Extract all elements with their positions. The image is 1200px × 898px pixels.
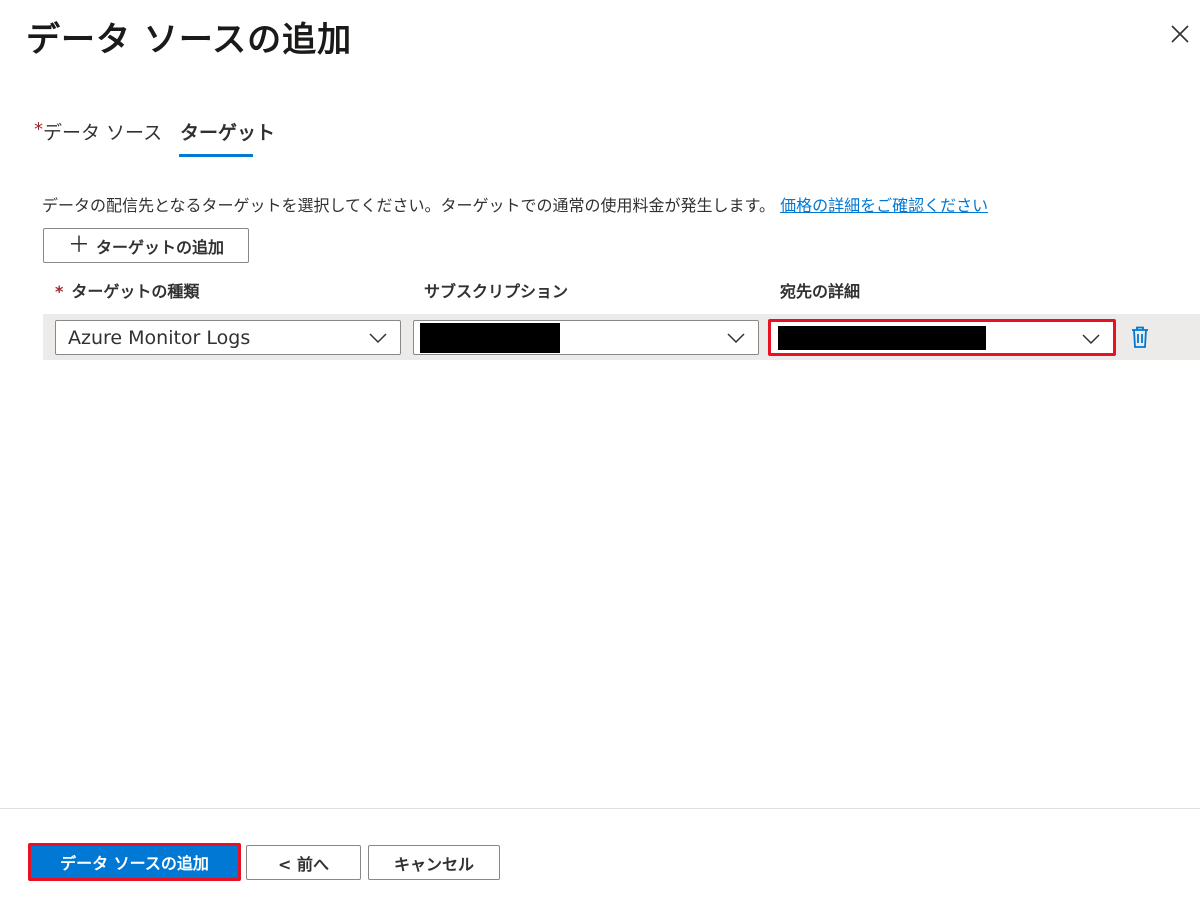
- destination-dropdown[interactable]: [768, 319, 1116, 356]
- redacted-destination: [778, 326, 986, 350]
- header-target-type: * ターゲットの種類: [55, 282, 200, 301]
- pricing-details-link[interactable]: 価格の詳細をご確認ください: [780, 196, 988, 215]
- chevron-down-icon: [369, 333, 387, 344]
- selected-tab-indicator: [179, 154, 253, 157]
- close-icon: [1171, 25, 1189, 43]
- tab-label: ターゲット: [180, 122, 276, 144]
- tab-data-source[interactable]: *データ ソース: [34, 118, 162, 158]
- header-subscription: サブスクリプション: [424, 282, 569, 301]
- target-type-value: Azure Monitor Logs: [68, 327, 251, 349]
- chevron-down-icon: [727, 333, 745, 344]
- cancel-button[interactable]: キャンセル: [368, 845, 500, 880]
- close-button[interactable]: [1166, 20, 1194, 48]
- tab-target[interactable]: ターゲット: [180, 118, 275, 158]
- footer-divider: [0, 808, 1200, 809]
- trash-icon: [1132, 326, 1148, 348]
- header-destination: 宛先の詳細: [780, 282, 861, 301]
- add-data-source-panel: データ ソースの追加 *データ ソース ターゲット データの配信先となるターゲッ…: [0, 0, 1200, 898]
- add-target-label: ターゲットの追加: [96, 237, 225, 257]
- delete-row-button[interactable]: [1129, 325, 1151, 349]
- subscription-dropdown[interactable]: [413, 320, 759, 355]
- plus-icon: ＋: [67, 232, 90, 258]
- add-target-button[interactable]: ＋ ターゲットの追加: [43, 228, 249, 263]
- chevron-down-icon: [1082, 334, 1100, 345]
- target-type-dropdown[interactable]: Azure Monitor Logs: [55, 320, 401, 355]
- redacted-subscription: [420, 323, 560, 353]
- description-text: データの配信先となるターゲットを選択してください。ターゲットでの通常の使用料金が…: [42, 196, 775, 215]
- page-title: データ ソースの追加: [26, 20, 353, 60]
- required-mark: *: [34, 119, 43, 140]
- tab-label: データ ソース: [43, 122, 163, 144]
- previous-button[interactable]: < 前へ: [246, 845, 361, 880]
- required-mark: *: [55, 282, 64, 301]
- target-description: データの配信先となるターゲットを選択してください。ターゲットでの通常の使用料金が…: [42, 192, 988, 216]
- add-data-source-button[interactable]: データ ソースの追加: [28, 843, 241, 881]
